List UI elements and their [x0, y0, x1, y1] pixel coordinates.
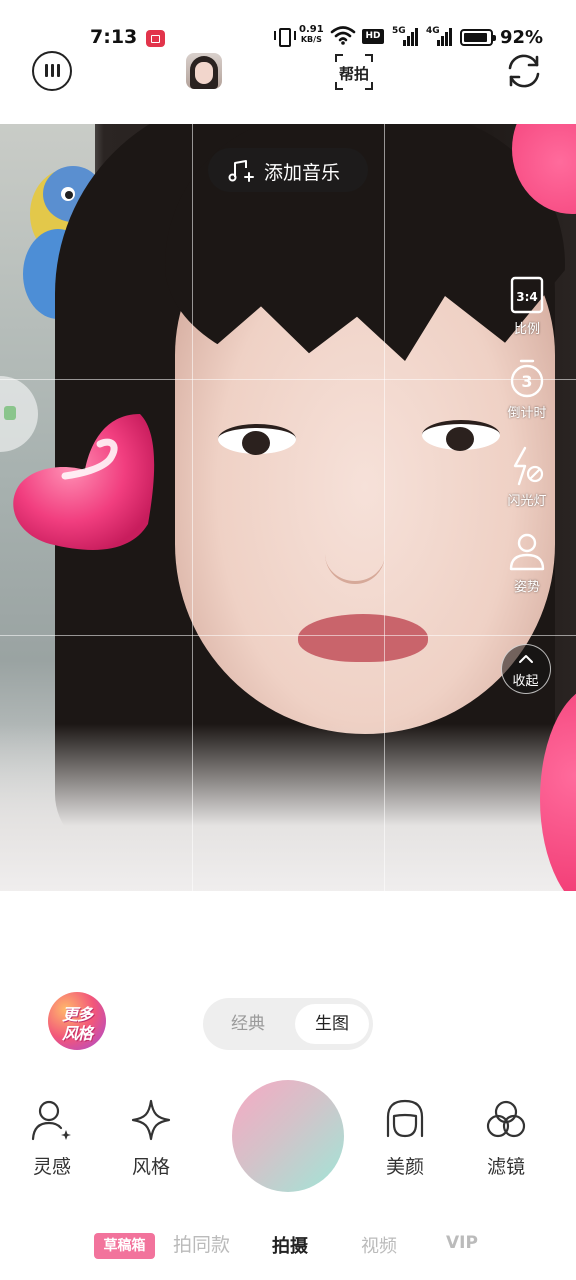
grid-line [0, 635, 576, 636]
grid-line [0, 379, 576, 380]
grid-line [384, 124, 385, 891]
vibrate-icon [274, 26, 296, 47]
lips [298, 614, 428, 662]
flash-off-icon [513, 446, 544, 486]
shoulder [0, 724, 576, 891]
ratio-icon: 3:4 [510, 276, 544, 314]
battery-icon [460, 29, 496, 46]
network-speed-value: 0.91 [299, 24, 324, 35]
inspiration-button[interactable]: 灵感 [12, 1098, 92, 1179]
camera-preview[interactable]: 添加音乐 3:4 比例 3 倒计时 闪光灯 姿势 收起 [0, 124, 576, 891]
more-menu-button[interactable] [32, 51, 72, 91]
style-label: 风格 [131, 1156, 170, 1178]
battery-fill [464, 33, 487, 42]
pose-icon [509, 533, 545, 571]
avatar[interactable] [186, 53, 222, 89]
beauty-button[interactable]: 美颜 [365, 1098, 445, 1179]
help-shoot-label: 帮拍 [338, 65, 369, 83]
timer-glyph: 3 [521, 372, 532, 391]
add-music-button[interactable]: 添加音乐 [208, 148, 368, 192]
mode-generate[interactable]: 生图 [295, 1004, 369, 1044]
signal-5g-label: 5G [392, 26, 406, 36]
shutter-button[interactable] [232, 1080, 344, 1192]
signal-4g-icon: 4G [426, 26, 452, 46]
ratio-glyph: 3:4 [516, 290, 538, 304]
countdown-button[interactable]: 3 倒计时 [500, 358, 554, 421]
flash-label: 闪光灯 [507, 494, 547, 509]
network-speed: 0.91 KB/S [299, 25, 324, 45]
pose-button[interactable]: 姿势 [500, 532, 554, 595]
style-button[interactable]: 风格 [111, 1098, 191, 1179]
network-speed-unit: KB/S [300, 35, 322, 44]
clock: 7:13 [90, 26, 138, 48]
beauty-label: 美颜 [385, 1156, 424, 1178]
filter-button[interactable]: 滤镜 [466, 1098, 546, 1179]
mode-classic[interactable]: 经典 [211, 1004, 285, 1044]
timer-icon: 3 [510, 359, 544, 398]
nav-video[interactable]: 视频 [361, 1232, 397, 1258]
signal-4g-label: 4G [426, 26, 440, 36]
mode-switch[interactable]: 经典 生图 [203, 998, 373, 1050]
collapse-button[interactable]: 收起 [501, 644, 551, 694]
style-sparkle-icon [131, 1099, 171, 1141]
pose-label: 姿势 [513, 580, 540, 595]
grid-line [192, 124, 193, 891]
filter-label: 滤镜 [486, 1156, 525, 1178]
right-eye [422, 420, 500, 451]
add-music-label: 添加音乐 [264, 162, 341, 184]
nav-shoot[interactable]: 拍摄 [272, 1232, 308, 1258]
chevron-up-icon [519, 655, 533, 663]
beauty-face-icon [386, 1099, 424, 1138]
music-note-icon [228, 160, 254, 182]
filter-icon [486, 1100, 526, 1138]
ratio-button[interactable]: 3:4 比例 [500, 276, 554, 337]
ratio-label: 比例 [513, 322, 540, 337]
flash-button[interactable]: 闪光灯 [500, 446, 554, 509]
hd-voice-badge: HD [362, 29, 384, 44]
nav-vip[interactable]: VIP [446, 1233, 478, 1253]
wifi-icon [330, 26, 356, 45]
screen-record-icon [146, 30, 165, 47]
switch-camera-icon[interactable] [504, 51, 544, 91]
nav-same-style[interactable]: 拍同款 [173, 1230, 230, 1257]
collapse-label: 收起 [512, 674, 539, 689]
signal-5g-icon: 5G [392, 26, 418, 46]
status-bar: 7:13 0.91 KB/S HD 5G 4G 92% [0, 22, 576, 56]
battery-percent: 92% [500, 27, 544, 48]
inspiration-label: 灵感 [32, 1156, 71, 1178]
drafts-button[interactable]: 草稿箱 [94, 1233, 155, 1259]
countdown-label: 倒计时 [507, 406, 547, 421]
more-styles-line2: 风格 [61, 1024, 93, 1043]
bottom-nav: 草稿箱 拍同款 拍摄 视频 VIP [0, 1226, 576, 1266]
left-eye [218, 424, 296, 455]
help-shoot-button[interactable]: 帮拍 [335, 54, 373, 90]
more-styles-button[interactable]: 更多 风格 [48, 992, 106, 1050]
inspiration-icon [31, 1100, 71, 1141]
